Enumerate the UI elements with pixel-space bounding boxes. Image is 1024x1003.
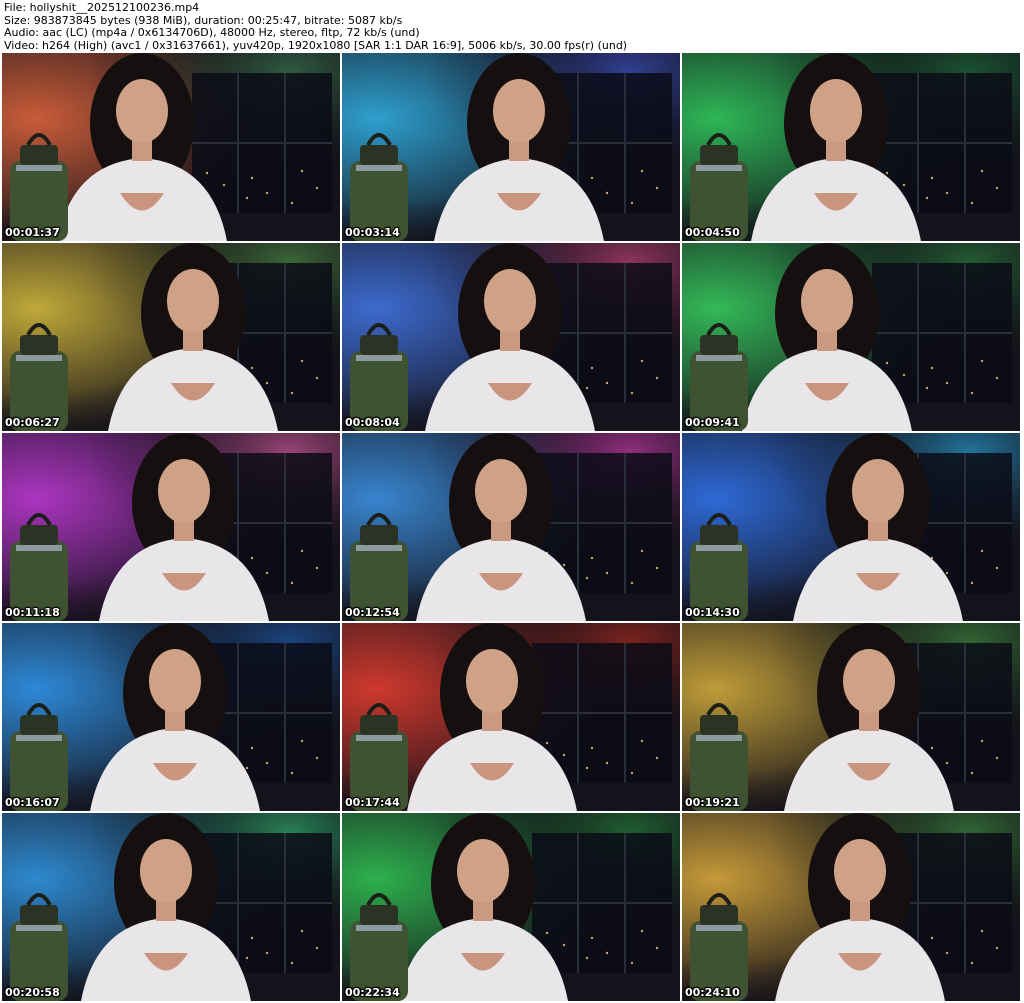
scene-image [682, 243, 1020, 431]
scene-image [682, 53, 1020, 241]
video-thumbnail: 00:08:04 [342, 243, 680, 431]
scene-image [2, 813, 340, 1001]
scene-image [342, 623, 680, 811]
scene-image [682, 623, 1020, 811]
scene-image [342, 243, 680, 431]
video-thumbnail: 00:12:54 [342, 433, 680, 621]
thumbnail-timestamp: 00:24:10 [685, 986, 740, 999]
video-thumbnail: 00:03:14 [342, 53, 680, 241]
scene-image [682, 433, 1020, 621]
video-thumbnail: 00:09:41 [682, 243, 1020, 431]
video-thumbnail: 00:16:07 [2, 623, 340, 811]
video-thumbnail: 00:22:34 [342, 813, 680, 1001]
thumbnail-timestamp: 00:14:30 [685, 606, 740, 619]
scene-image [682, 813, 1020, 1001]
thumbnail-timestamp: 00:04:50 [685, 226, 740, 239]
scene-image [2, 623, 340, 811]
file-size-line: Size: 983873845 bytes (938 MiB), duratio… [4, 14, 403, 27]
video-thumbnail: 00:01:37 [2, 53, 340, 241]
file-info-header: File: hollyshit__202512100236.mp4 Size: … [4, 2, 1020, 52]
thumbnail-timestamp: 00:03:14 [345, 226, 400, 239]
video-info-line: Video: h264 (High) (avc1 / 0x31637661), … [4, 39, 628, 52]
file-name-line: File: hollyshit__202512100236.mp4 [4, 2, 200, 14]
thumbnail-timestamp: 00:08:04 [345, 416, 400, 429]
scene-image [2, 243, 340, 431]
audio-info-line: Audio: aac (LC) (mp4a / 0x6134706D), 480… [4, 27, 420, 39]
video-thumbnail: 00:19:21 [682, 623, 1020, 811]
scene-image [342, 433, 680, 621]
thumbnail-timestamp: 00:17:44 [345, 796, 400, 809]
thumbnail-timestamp: 00:11:18 [5, 606, 60, 619]
video-thumbnail: 00:04:50 [682, 53, 1020, 241]
thumbnail-timestamp: 00:22:34 [345, 986, 400, 999]
thumbnail-timestamp: 00:20:58 [5, 986, 60, 999]
video-thumbnail: 00:06:27 [2, 243, 340, 431]
scene-image [342, 813, 680, 1001]
thumbnail-timestamp: 00:16:07 [5, 796, 60, 809]
video-thumbnail: 00:17:44 [342, 623, 680, 811]
thumbnail-timestamp: 00:06:27 [5, 416, 60, 429]
scene-image [2, 53, 340, 241]
video-thumbnail: 00:11:18 [2, 433, 340, 621]
thumbnail-timestamp: 00:19:21 [685, 796, 740, 809]
video-thumbnail: 00:20:58 [2, 813, 340, 1001]
scene-image [342, 53, 680, 241]
thumbnail-grid: 00:01:37 00:03:14 00:04:50 00:06:27 00:0… [2, 53, 1022, 1001]
video-thumbnail: 00:14:30 [682, 433, 1020, 621]
thumbnail-timestamp: 00:12:54 [345, 606, 400, 619]
thumbnail-timestamp: 00:01:37 [5, 226, 60, 239]
video-thumbnail: 00:24:10 [682, 813, 1020, 1001]
scene-image [2, 433, 340, 621]
thumbnail-timestamp: 00:09:41 [685, 416, 740, 429]
